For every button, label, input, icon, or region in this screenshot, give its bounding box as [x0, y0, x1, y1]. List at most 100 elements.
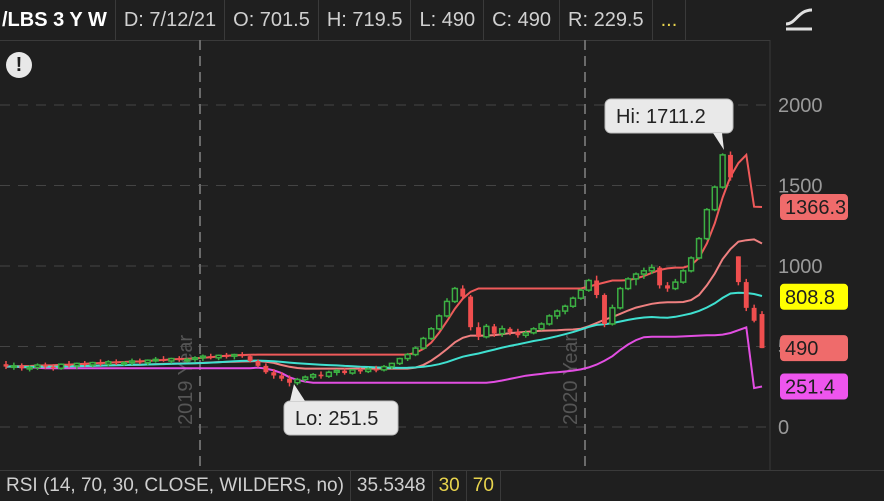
candle-body	[113, 361, 119, 364]
candle-body	[255, 360, 261, 366]
candle-body	[231, 353, 238, 357]
price-tag: 490	[780, 335, 848, 362]
candle-body	[672, 281, 679, 290]
candle-body	[161, 359, 166, 361]
y-tick-label: 0	[778, 417, 789, 439]
candle-body	[561, 305, 569, 312]
candle-body	[648, 266, 655, 272]
candle-body	[247, 356, 253, 361]
candle-body	[357, 369, 363, 372]
candle-body	[342, 370, 348, 374]
candle-body	[412, 347, 419, 356]
y-tick-label: 1000	[778, 256, 823, 278]
candle-body	[751, 307, 757, 321]
candle-body	[271, 372, 277, 376]
candle-body	[302, 376, 309, 381]
candle-body	[208, 356, 214, 358]
candle-body	[609, 307, 616, 325]
candle-body	[279, 375, 285, 379]
candle-body	[199, 355, 207, 359]
candle-body	[743, 282, 749, 308]
candle-body	[538, 323, 545, 330]
candle-body	[263, 365, 269, 373]
candle-body	[594, 280, 600, 295]
quote-header: /LBS 3 Y W D: 7/12/21 O: 701.5 H: 719.5 …	[0, 0, 770, 41]
candle-body	[728, 154, 733, 178]
candle-body	[719, 154, 726, 188]
price-callouts: Hi: 1711.2 Lo: 251.5	[283, 98, 734, 436]
mid-band-line	[5, 238, 763, 370]
low-callout-pointer	[290, 384, 305, 401]
price-chart[interactable]: 2019 Year2020 Year 2000150010005000 1366…	[0, 40, 884, 470]
candle-body	[451, 287, 459, 303]
candle-body	[530, 328, 537, 334]
studies-icon[interactable]	[778, 2, 822, 38]
low-callout-label: Lo: 251.5	[295, 408, 378, 430]
study-footer: RSI (14, 70, 30, CLOSE, WILDERS, no) 35.…	[0, 470, 884, 501]
candle-body	[168, 357, 175, 362]
candle-body	[695, 237, 703, 259]
price-axis: 2000150010005000	[769, 40, 823, 470]
candle-body	[680, 270, 687, 283]
high-callout-pointer	[713, 133, 724, 150]
candle-body	[176, 358, 182, 361]
candle-body	[309, 373, 317, 378]
candle-body	[365, 368, 372, 373]
rsi-study-label[interactable]: RSI (14, 70, 30, CLOSE, WILDERS, no)	[0, 471, 351, 501]
range-label: R: 229.5	[560, 0, 653, 40]
y-tick-label: 2000	[778, 95, 823, 117]
candle-body	[640, 270, 648, 275]
candle-body	[404, 353, 411, 360]
candle-body	[66, 364, 72, 366]
candle-body	[498, 328, 506, 335]
candle-body	[515, 332, 521, 336]
period-label: 2019 Year	[175, 335, 197, 425]
close-label: C: 490	[484, 0, 561, 40]
candle-body	[602, 294, 607, 324]
candle-body	[144, 359, 151, 364]
candle-body	[3, 364, 9, 367]
candle-body	[73, 362, 81, 367]
rsi-value: 35.5348	[351, 471, 433, 501]
candle-body	[215, 354, 222, 359]
candle-body	[476, 327, 481, 337]
high-callout-label: Hi: 1711.2	[616, 106, 706, 128]
candle-body	[577, 289, 585, 299]
more-button[interactable]: ...	[653, 0, 687, 40]
candle-body	[224, 355, 229, 357]
candle-body	[711, 186, 718, 211]
candle-body	[325, 371, 333, 378]
candle-body	[460, 288, 466, 297]
candle-body	[569, 297, 577, 308]
candle-body	[152, 358, 159, 362]
lower-band-line	[6, 326, 763, 390]
candle-body	[10, 365, 18, 369]
candle-body	[420, 337, 427, 349]
candle-body	[468, 296, 474, 328]
candle-body	[57, 363, 65, 369]
candle-body	[128, 360, 136, 364]
alert-icon[interactable]: !	[6, 52, 32, 78]
symbol-label[interactable]: /LBS 3 Y W	[0, 0, 116, 40]
candle-body	[82, 363, 88, 366]
candle-body	[191, 357, 199, 361]
candle-body	[26, 366, 33, 370]
candle-body	[522, 332, 529, 336]
candle-body	[318, 374, 324, 377]
price-tag-label: 808.8	[785, 287, 835, 309]
candle-body	[19, 365, 25, 369]
open-label: O: 701.5	[225, 0, 319, 40]
candle-body	[546, 315, 553, 325]
candle-body	[333, 369, 340, 374]
low-label: L: 490	[411, 0, 485, 40]
price-tags: 1366.3 808.8 490 251.4	[780, 194, 848, 400]
candle-body	[89, 361, 96, 366]
price-tag-label: 1366.3	[785, 197, 846, 219]
candle-body	[294, 378, 301, 384]
price-grid	[0, 104, 768, 428]
candle-body	[120, 361, 128, 365]
candle-body	[98, 362, 103, 365]
candle-body	[554, 310, 561, 317]
high-callout: Hi: 1711.2	[604, 98, 734, 150]
price-tag: 808.8	[780, 283, 848, 310]
